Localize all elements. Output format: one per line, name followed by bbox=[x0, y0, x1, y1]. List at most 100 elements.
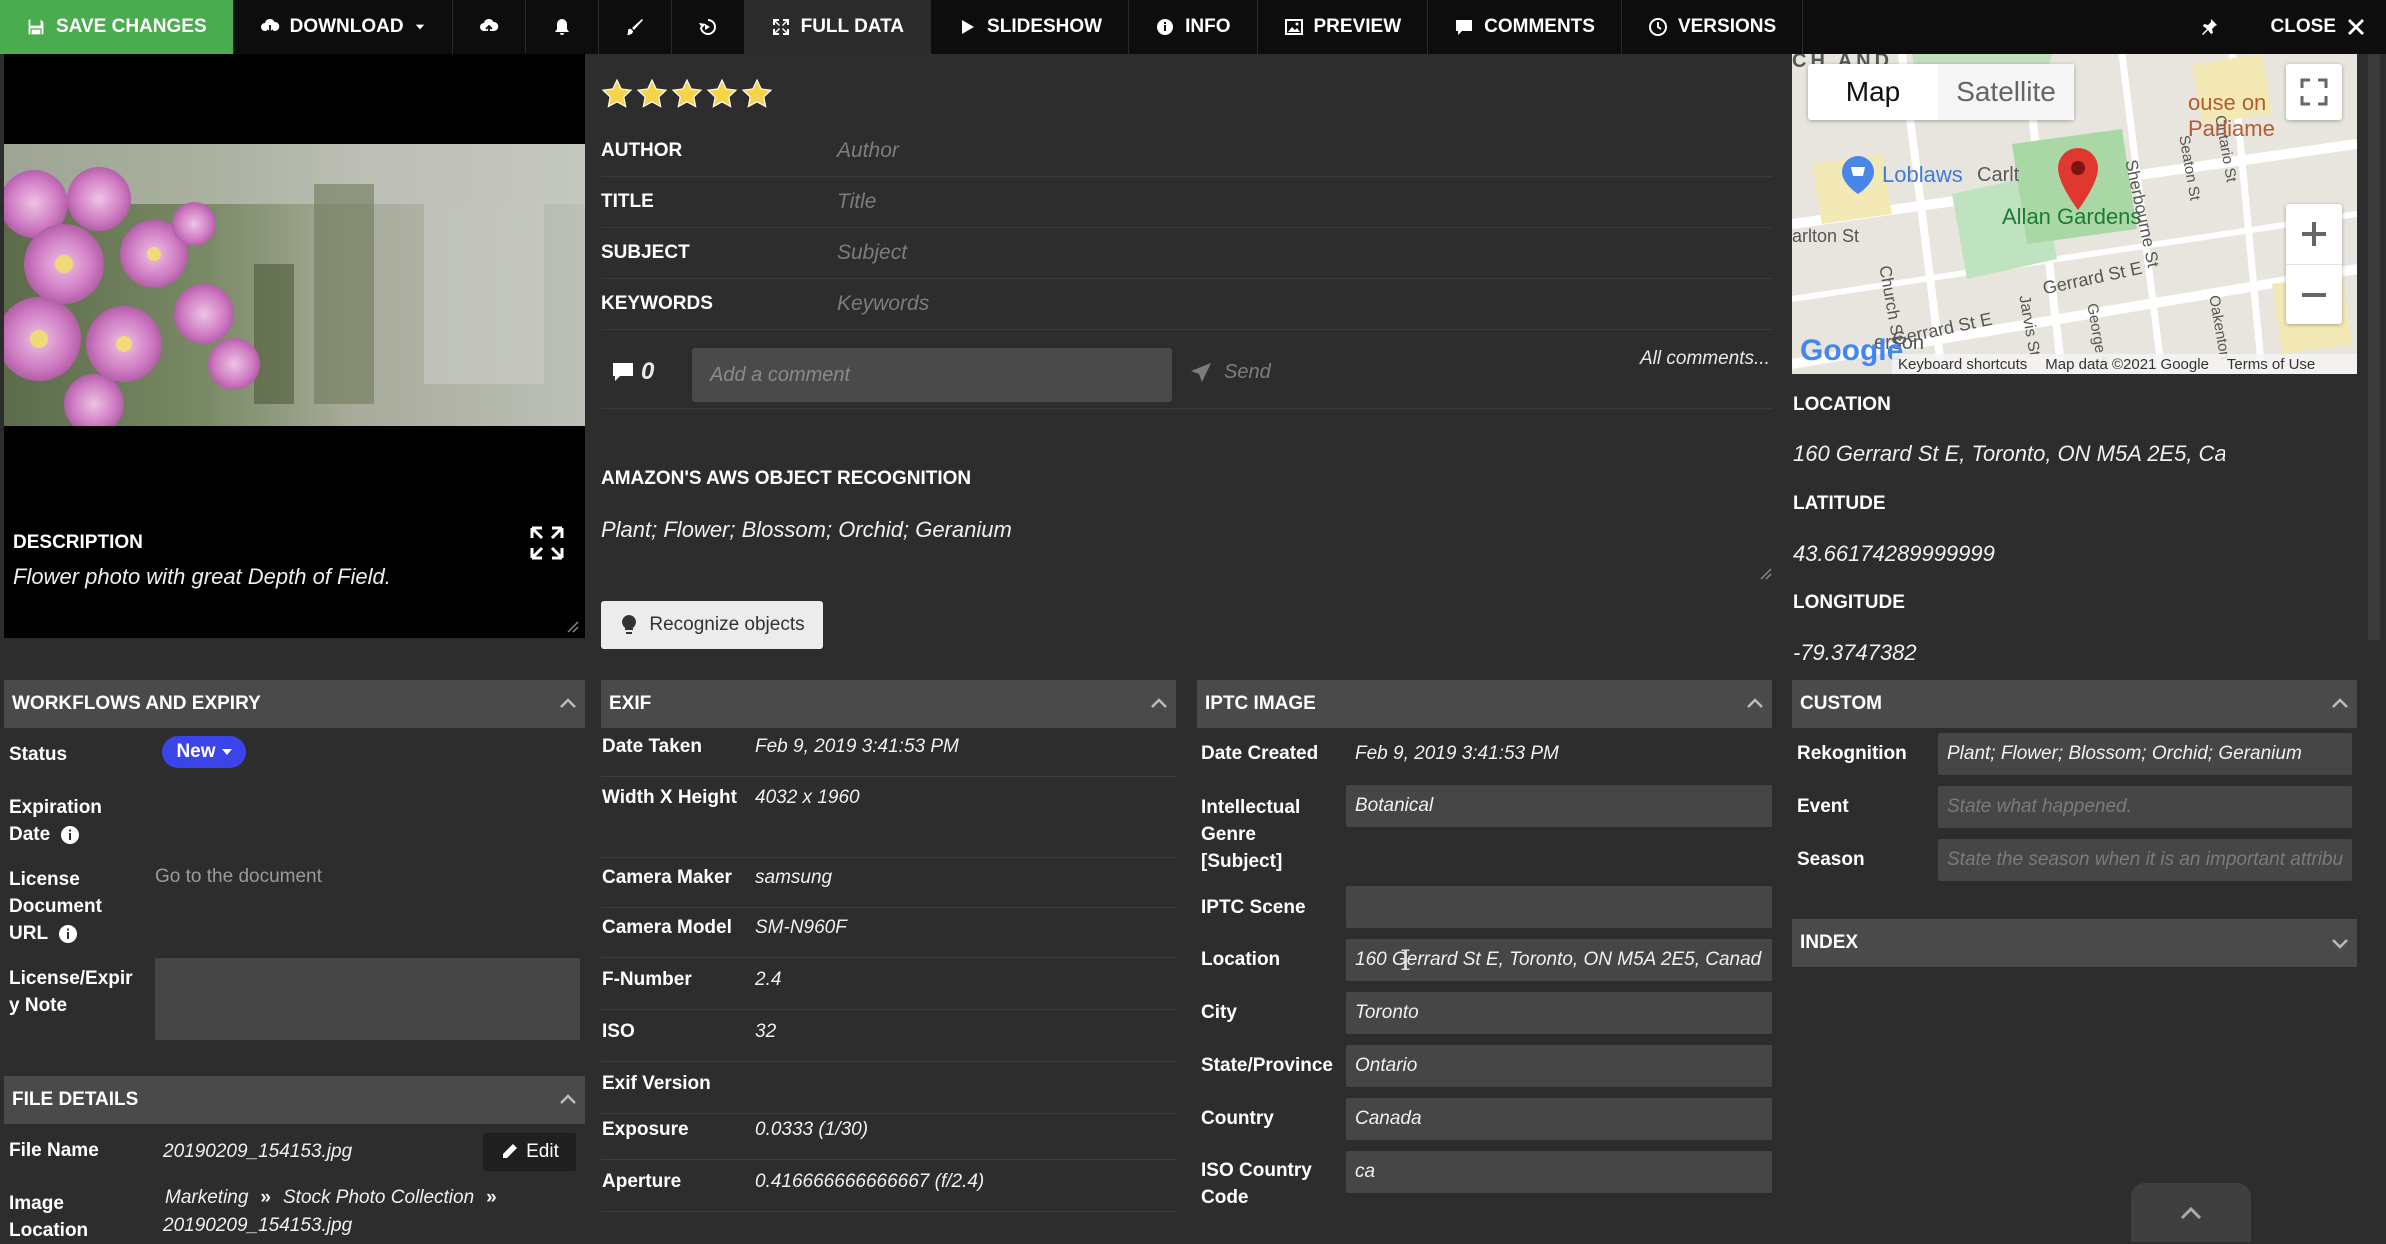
info-icon[interactable] bbox=[60, 825, 80, 845]
iptc-panel: IPTC IMAGE bbox=[1197, 680, 1772, 728]
genre-label-line1: Intellectual bbox=[1201, 797, 1301, 818]
chevron-down-icon bbox=[2332, 939, 2348, 949]
resize-handle-icon[interactable] bbox=[564, 618, 580, 634]
fullscreen-icon[interactable] bbox=[530, 526, 564, 560]
scroll-to-top-button[interactable] bbox=[2131, 1183, 2251, 1242]
license-label-line1: License bbox=[9, 869, 80, 890]
iptc-header[interactable]: IPTC IMAGE bbox=[1197, 680, 1772, 728]
close-button[interactable]: CLOSE bbox=[2245, 0, 2386, 54]
tab-slideshow[interactable]: SLIDESHOW bbox=[931, 0, 1130, 54]
save-changes-button[interactable]: SAVE CHANGES bbox=[0, 0, 234, 54]
zoom-out-button[interactable] bbox=[2286, 264, 2342, 324]
upload-button[interactable] bbox=[453, 0, 526, 54]
recognize-objects-label: Recognize objects bbox=[649, 614, 805, 635]
iptc-genre-field[interactable]: Botanical bbox=[1346, 785, 1772, 827]
notifications-button[interactable] bbox=[526, 0, 599, 54]
edit-filename-button[interactable]: Edit bbox=[483, 1133, 576, 1171]
index-title: INDEX bbox=[1800, 932, 1859, 953]
description-box[interactable]: DESCRIPTION Flower photo with great Dept… bbox=[4, 514, 585, 638]
edit-image-button[interactable] bbox=[599, 0, 672, 54]
terms-of-use-link[interactable]: Terms of Use bbox=[2227, 356, 2315, 373]
image-icon bbox=[1284, 19, 1303, 35]
map-widget[interactable]: CH AND Carlt Loblaws Allan Gardens arlto… bbox=[1792, 54, 2357, 374]
exif-header[interactable]: EXIF bbox=[601, 680, 1176, 728]
map-data-label: Map data ©2021 Google bbox=[2045, 355, 2209, 373]
keywords-input[interactable]: Keywords bbox=[837, 292, 929, 316]
license-note-textarea[interactable] bbox=[155, 958, 580, 1040]
star-rating[interactable] bbox=[601, 78, 781, 117]
iptc-city-field[interactable]: Toronto bbox=[1346, 992, 1772, 1034]
latitude-value[interactable]: 43.66174289999999 bbox=[1793, 541, 1995, 567]
breadcrumb-marketing[interactable]: Marketing bbox=[165, 1184, 248, 1211]
comment-bubble-icon bbox=[613, 363, 633, 381]
tab-info[interactable]: INFO bbox=[1129, 0, 1258, 54]
pin-button[interactable] bbox=[2173, 0, 2245, 54]
tab-preview[interactable]: PREVIEW bbox=[1258, 0, 1429, 54]
rotate-button[interactable] bbox=[672, 0, 745, 54]
iptc-date-created-value[interactable]: Feb 9, 2019 3:41:53 PM bbox=[1355, 740, 1559, 767]
go-to-document-link[interactable]: Go to the document bbox=[155, 866, 322, 888]
map-tab-satellite[interactable]: Satellite bbox=[1938, 64, 2074, 120]
file-details-header[interactable]: FILE DETAILS bbox=[4, 1076, 585, 1124]
aws-value[interactable]: Plant; Flower; Blossom; Orchid; Geranium bbox=[601, 517, 1012, 543]
custom-title: CUSTOM bbox=[1800, 693, 1882, 714]
iptc-scene-field[interactable] bbox=[1346, 886, 1772, 928]
iptc-state-field[interactable]: Ontario bbox=[1346, 1045, 1772, 1087]
longitude-label: LONGITUDE bbox=[1793, 592, 1905, 613]
map-label-loblaws: Loblaws bbox=[1882, 162, 1963, 187]
tab-versions[interactable]: VERSIONS bbox=[1622, 0, 1804, 54]
status-dropdown[interactable]: New bbox=[162, 736, 246, 768]
author-input[interactable]: Author bbox=[837, 139, 899, 163]
scrollbar-thumb[interactable] bbox=[2368, 54, 2380, 640]
aws-label: AMAZON'S AWS OBJECT RECOGNITION bbox=[601, 468, 972, 489]
location-value[interactable]: 160 Gerrard St E, Toronto, ON M5A 2E5, C… bbox=[1793, 441, 2225, 467]
zoom-in-button[interactable] bbox=[2286, 204, 2342, 264]
add-comment-input[interactable]: Add a comment bbox=[692, 348, 1172, 402]
exif-row: Camera Maker samsung bbox=[601, 858, 1176, 908]
subject-row: SUBJECT Subject bbox=[601, 228, 1773, 279]
expiration-label-line2: Date bbox=[9, 824, 51, 845]
preview-label: PREVIEW bbox=[1313, 16, 1402, 37]
event-label: Event bbox=[1797, 796, 1849, 817]
send-icon bbox=[1191, 362, 1211, 382]
event-field[interactable]: State what happened. bbox=[1938, 786, 2352, 828]
map-fullscreen-button[interactable] bbox=[2286, 64, 2342, 120]
info-label: INFO bbox=[1185, 16, 1231, 37]
keyboard-shortcuts-link[interactable]: Keyboard shortcuts bbox=[1898, 356, 2027, 373]
title-label: TITLE bbox=[601, 191, 654, 212]
recognize-objects-button[interactable]: Recognize objects bbox=[601, 601, 823, 649]
longitude-value[interactable]: -79.3747382 bbox=[1793, 640, 1917, 666]
map-marker-icon[interactable] bbox=[2058, 148, 2098, 210]
iptc-country-field[interactable]: Canada bbox=[1346, 1098, 1772, 1140]
exif-row: Camera Model SM-N960F bbox=[601, 908, 1176, 958]
iptc-state-label: State/Province bbox=[1201, 1055, 1333, 1076]
subject-input[interactable]: Subject bbox=[837, 241, 907, 265]
map-tab-map[interactable]: Map bbox=[1808, 64, 1938, 120]
season-field[interactable]: State the season when it is an important… bbox=[1938, 839, 2352, 881]
exif-row: Exposure 0.0333 (1/30) bbox=[601, 1110, 1176, 1160]
workflows-header[interactable]: WORKFLOWS AND EXPIRY bbox=[4, 680, 585, 728]
tab-full-data[interactable]: FULL DATA bbox=[744, 0, 932, 54]
breadcrumb-stock-photo-collection[interactable]: Stock Photo Collection bbox=[283, 1184, 474, 1211]
custom-header[interactable]: CUSTOM bbox=[1792, 680, 2357, 728]
download-button[interactable]: DOWNLOAD bbox=[234, 0, 453, 54]
chevron-up-icon bbox=[2332, 698, 2348, 708]
resize-handle-icon[interactable] bbox=[1757, 565, 1773, 581]
rekognition-field[interactable]: Plant; Flower; Blossom; Orchid; Geranium bbox=[1938, 733, 2352, 775]
exif-value: Feb 9, 2019 3:41:53 PM bbox=[755, 736, 959, 757]
caret-down-icon bbox=[221, 749, 232, 755]
plus-icon bbox=[2302, 222, 2326, 246]
tab-comments[interactable]: COMMENTS bbox=[1428, 0, 1622, 54]
info-icon[interactable] bbox=[58, 924, 78, 944]
pencil-icon bbox=[503, 1144, 518, 1158]
comment-count: 0 bbox=[611, 358, 654, 386]
send-button[interactable]: Send bbox=[1190, 361, 1271, 384]
index-header[interactable]: INDEX bbox=[1792, 919, 2357, 967]
iptc-iso-field[interactable]: ca bbox=[1346, 1151, 1772, 1193]
all-comments-link[interactable]: All comments... bbox=[1640, 348, 1770, 370]
stars-icon[interactable] bbox=[601, 78, 781, 112]
preview-image[interactable] bbox=[4, 144, 585, 426]
title-input[interactable]: Title bbox=[837, 190, 877, 214]
chevron-up-icon bbox=[1747, 698, 1763, 708]
map-label-carlton-st: arlton St bbox=[1792, 226, 1860, 246]
